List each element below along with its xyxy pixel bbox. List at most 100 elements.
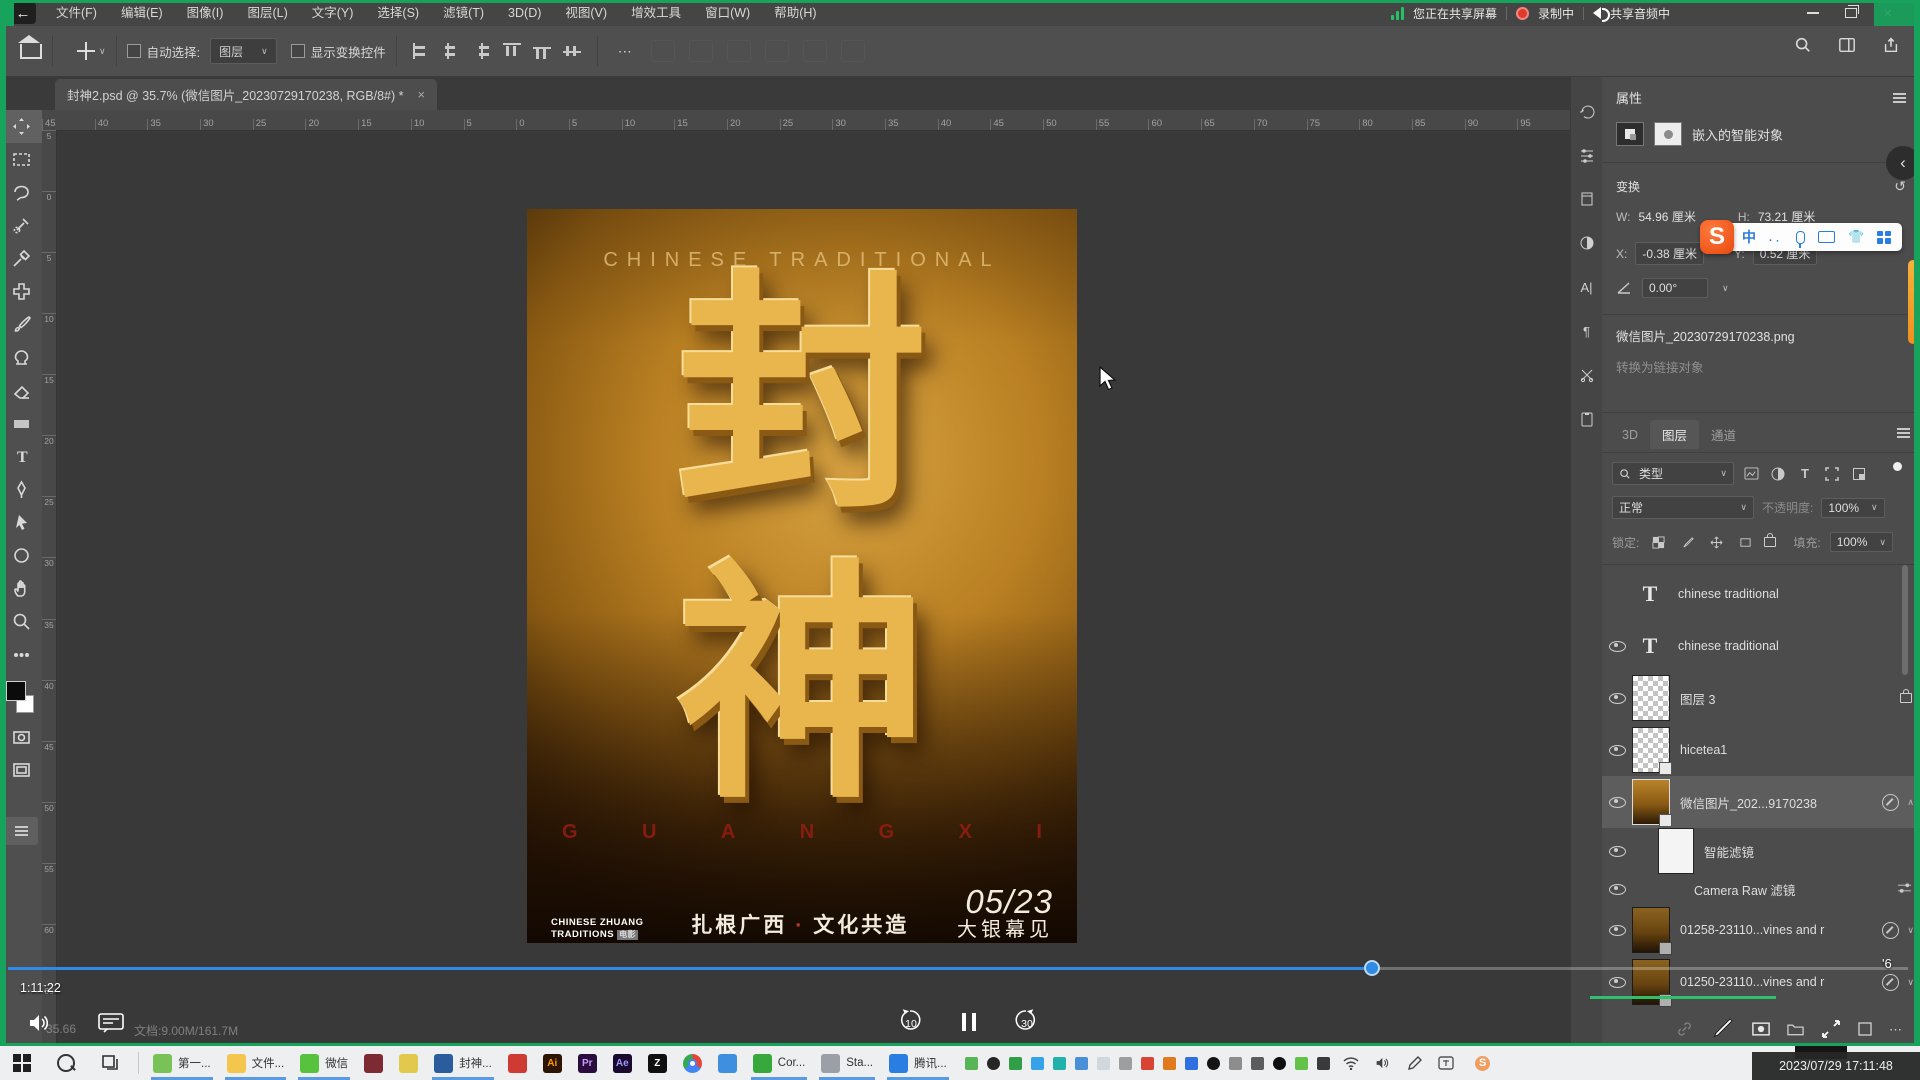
menu-item[interactable]: 文字(Y) bbox=[302, 0, 364, 26]
mic-icon[interactable] bbox=[1796, 231, 1805, 244]
layers-menu-icon[interactable] bbox=[1897, 428, 1910, 438]
path-select-tool[interactable] bbox=[0, 506, 42, 539]
tray-icon[interactable] bbox=[1317, 1057, 1330, 1070]
smart-filter-icon[interactable] bbox=[1882, 922, 1899, 939]
pen-tool[interactable] bbox=[0, 473, 42, 506]
blend-mode-dropdown[interactable]: 正常 ∨ bbox=[1612, 496, 1754, 519]
x-value[interactable]: -0.38 厘米 bbox=[1635, 242, 1704, 265]
visibility-toggle[interactable] bbox=[1602, 693, 1632, 704]
auto-select-checkbox[interactable] bbox=[127, 44, 141, 58]
ime-pen-icon[interactable]: .﹒ bbox=[1769, 229, 1783, 245]
auto-select-dropdown[interactable]: 图层 ∨ bbox=[210, 38, 277, 64]
workspace-icon[interactable] bbox=[1838, 36, 1856, 54]
tray-icon[interactable] bbox=[1031, 1057, 1044, 1070]
layer-row[interactable]: Tchinese traditional bbox=[1602, 620, 1920, 672]
color-swatches[interactable] bbox=[0, 675, 42, 721]
properties-panel-title[interactable]: 属性 bbox=[1616, 88, 1642, 107]
quick-mask-icon[interactable] bbox=[0, 721, 42, 754]
keyboard-icon[interactable] bbox=[1818, 231, 1835, 243]
clone-stamp-tool[interactable] bbox=[0, 341, 42, 374]
layer-thumbnail[interactable] bbox=[1658, 828, 1694, 874]
share-icon[interactable] bbox=[1882, 36, 1900, 54]
lock-all-icon[interactable] bbox=[1764, 537, 1776, 547]
visibility-toggle[interactable] bbox=[1602, 641, 1632, 652]
taskbar-app-腾讯[interactable]: 腾讯... bbox=[881, 1046, 955, 1080]
quick-select-tool[interactable] bbox=[0, 209, 42, 242]
lock-transparent-icon[interactable] bbox=[1648, 533, 1668, 551]
taskbar-app[interactable] bbox=[500, 1046, 535, 1080]
panel-menu-icon[interactable] bbox=[1893, 91, 1906, 105]
character-panel-icon[interactable]: A| bbox=[1578, 278, 1596, 296]
opacity-field[interactable]: 100% ∨ bbox=[1821, 498, 1884, 518]
align-right-icon[interactable] bbox=[473, 43, 491, 59]
pen-settings-icon[interactable] bbox=[1402, 1050, 1428, 1076]
volume-icon[interactable] bbox=[28, 1012, 52, 1034]
taskbar-search-icon[interactable] bbox=[53, 1050, 79, 1076]
restore-button[interactable] bbox=[1845, 8, 1857, 18]
lock-artboard-icon[interactable] bbox=[1735, 533, 1755, 551]
taskbar-app-封神[interactable]: 封神... bbox=[426, 1046, 500, 1080]
tray-icon[interactable] bbox=[1075, 1057, 1088, 1070]
lock-position-icon[interactable] bbox=[1706, 533, 1726, 551]
type-tool[interactable]: T bbox=[0, 440, 42, 473]
taskbar-app[interactable] bbox=[356, 1046, 391, 1080]
history-panel-icon[interactable] bbox=[1578, 102, 1596, 120]
menu-item[interactable]: 文件(F) bbox=[46, 0, 107, 26]
taskbar-app-Sta[interactable]: Sta... bbox=[813, 1046, 881, 1080]
show-transform-checkbox[interactable] bbox=[291, 44, 305, 58]
danmaku-icon[interactable] bbox=[98, 1012, 124, 1034]
tab-通道[interactable]: 通道 bbox=[1699, 420, 1748, 449]
layer-thumbnail[interactable] bbox=[1632, 907, 1670, 953]
wifi-icon[interactable] bbox=[1338, 1050, 1364, 1076]
lasso-tool[interactable] bbox=[0, 176, 42, 209]
visibility-toggle[interactable] bbox=[1602, 846, 1632, 857]
taskbar-app[interactable] bbox=[710, 1046, 745, 1080]
filter-toggle-icon[interactable] bbox=[1897, 882, 1912, 897]
convert-to-linked-button[interactable]: 转换为链接对象 bbox=[1616, 357, 1906, 376]
skin-icon[interactable]: 👕 bbox=[1848, 229, 1864, 245]
menu-item[interactable]: 窗口(W) bbox=[695, 0, 760, 26]
expand-arrow-icon[interactable]: ∨ bbox=[1907, 977, 1914, 988]
visibility-toggle[interactable] bbox=[1602, 745, 1632, 756]
tray-icon[interactable] bbox=[987, 1057, 1000, 1070]
tray-icon[interactable] bbox=[1163, 1057, 1176, 1070]
tray-icon[interactable] bbox=[1185, 1057, 1198, 1070]
taskbar-app[interactable]: Z bbox=[640, 1046, 675, 1080]
document-tab[interactable]: 封神2.psd @ 35.7% (微信图片_20230729170238, RG… bbox=[55, 79, 437, 110]
clipboard-panel-icon[interactable] bbox=[1578, 410, 1596, 428]
align-center-icon[interactable] bbox=[443, 43, 461, 59]
taskbar-app-Cor[interactable]: Cor... bbox=[745, 1046, 813, 1080]
tab-3D[interactable]: 3D bbox=[1610, 423, 1650, 447]
angle-value[interactable]: 0.00° bbox=[1642, 278, 1708, 298]
filter-smart-object-icon[interactable] bbox=[1849, 465, 1869, 483]
hand-tool[interactable] bbox=[0, 572, 42, 605]
healing-tool[interactable] bbox=[0, 275, 42, 308]
align-top-icon[interactable] bbox=[503, 43, 521, 59]
tray-icon[interactable] bbox=[1295, 1057, 1308, 1070]
filter-shape-icon[interactable] bbox=[1822, 465, 1842, 483]
visibility-toggle[interactable] bbox=[1602, 925, 1632, 936]
taskbar-app[interactable]: Ae bbox=[605, 1046, 640, 1080]
rewind-10-button[interactable]: 10 bbox=[896, 1008, 926, 1036]
smart-filter-icon[interactable] bbox=[1882, 794, 1899, 811]
layer-thumbnail[interactable] bbox=[1632, 779, 1670, 825]
filter-adjustment-icon[interactable] bbox=[1768, 465, 1788, 483]
gradient-tool[interactable] bbox=[0, 407, 42, 440]
taskbar-app-文件[interactable]: 文件... bbox=[219, 1046, 293, 1080]
layer-thumbnail[interactable]: T bbox=[1632, 577, 1668, 611]
taskbar-volume-icon[interactable] bbox=[1370, 1050, 1396, 1076]
home-icon[interactable] bbox=[20, 44, 42, 59]
menu-item[interactable]: 滤镜(T) bbox=[433, 0, 494, 26]
menu-item[interactable]: 图层(L) bbox=[237, 0, 297, 26]
taskbar-app-第一[interactable]: 第一... bbox=[145, 1046, 219, 1080]
libraries-panel-icon[interactable] bbox=[1578, 190, 1596, 208]
filter-type-icon[interactable]: T bbox=[1795, 465, 1815, 483]
layer-thumbnail[interactable] bbox=[1632, 675, 1670, 721]
eyedropper-tool[interactable] bbox=[0, 242, 42, 275]
tray-icon[interactable] bbox=[1009, 1057, 1022, 1070]
visibility-toggle[interactable] bbox=[1602, 884, 1632, 895]
menu-item[interactable]: 选择(S) bbox=[367, 0, 429, 26]
align-bottom-icon[interactable] bbox=[563, 43, 581, 59]
layer-row[interactable]: 微信图片_202...9170238∧ bbox=[1602, 776, 1920, 828]
tray-icon[interactable] bbox=[1207, 1057, 1220, 1070]
